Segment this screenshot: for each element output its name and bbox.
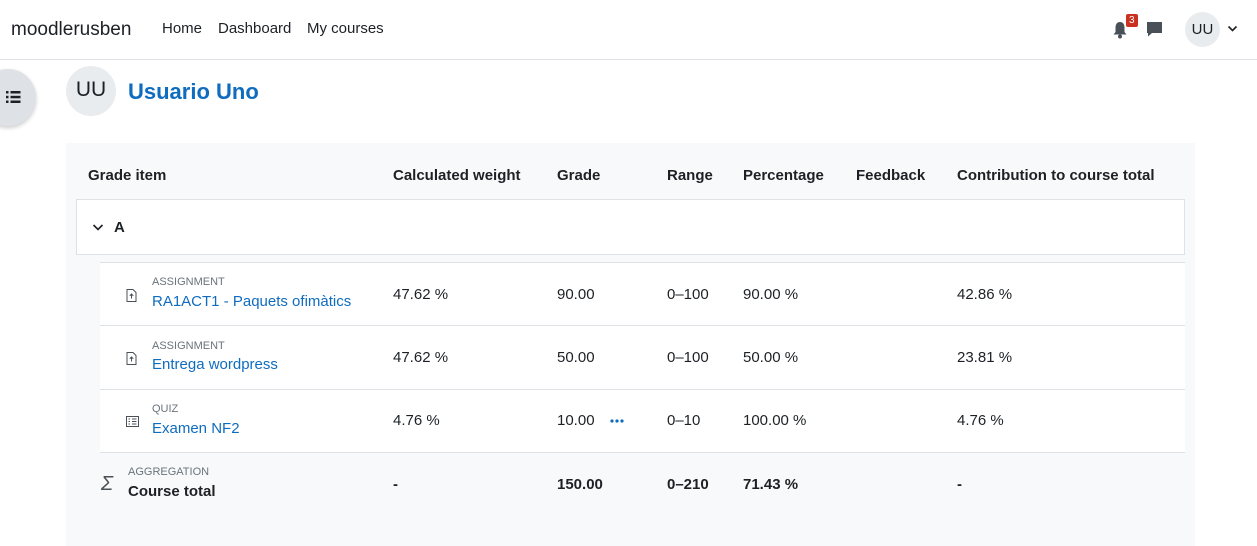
chevron-down-icon[interactable] — [1227, 25, 1238, 33]
item-link[interactable]: Entrega wordpress — [152, 356, 278, 373]
header-feedback: Feedback — [856, 167, 926, 184]
total-type-label: AGGREGATION — [128, 466, 210, 478]
item-range: 0–100 — [667, 349, 709, 366]
item-weight: 47.62 % — [393, 349, 449, 366]
nav-dashboard[interactable]: Dashboard — [218, 20, 291, 37]
quiz-icon — [126, 416, 139, 427]
course-total-label: Course total — [128, 483, 216, 500]
item-range: 0–100 — [667, 286, 709, 303]
table-row — [100, 389, 1185, 453]
header-grade: Grade — [557, 167, 601, 184]
category-name: A — [114, 219, 125, 236]
user-menu-avatar[interactable]: UU — [1185, 12, 1220, 47]
item-contribution: 4.76 % — [957, 412, 1004, 429]
item-range: 0–10 — [667, 412, 701, 429]
top-navbar: moodlerusben Home Dashboard My courses 3… — [0, 0, 1257, 60]
nav-home[interactable]: Home — [162, 20, 202, 37]
user-name-link[interactable]: Usuario Uno — [128, 79, 259, 105]
item-percentage: 100.00 % — [743, 412, 807, 429]
item-contribution: 42.86 % — [957, 286, 1013, 303]
item-contribution: 23.81 % — [957, 349, 1013, 366]
course-index-toggle-button[interactable] — [0, 69, 36, 126]
notification-count-badge: 3 — [1126, 14, 1138, 27]
category-row — [76, 199, 1185, 255]
total-divider — [100, 452, 1185, 453]
assignment-icon — [126, 352, 137, 365]
list-icon — [6, 91, 21, 103]
item-percentage: 50.00 % — [743, 349, 799, 366]
item-link[interactable]: Examen NF2 — [152, 420, 240, 437]
assignment-icon — [126, 289, 137, 302]
item-weight: 47.62 % — [393, 286, 449, 303]
item-type-label: QUIZ — [152, 403, 179, 415]
messages-icon[interactable] — [1146, 21, 1163, 38]
site-name[interactable]: moodlerusben — [11, 19, 131, 41]
total-range: 0–210 — [667, 476, 709, 493]
header-contribution: Contribution to course total — [957, 167, 1155, 184]
total-weight: - — [393, 476, 398, 493]
header-range: Range — [667, 167, 713, 184]
header-percentage: Percentage — [743, 167, 824, 184]
header-grade-item: Grade item — [88, 167, 167, 184]
item-type-label: ASSIGNMENT — [152, 340, 225, 352]
item-weight: 4.76 % — [393, 412, 440, 429]
item-percentage: 90.00 % — [743, 286, 799, 303]
item-grade: 10.00 — [557, 412, 595, 429]
nav-my-courses[interactable]: My courses — [307, 20, 384, 37]
item-type-label: ASSIGNMENT — [152, 276, 225, 288]
total-percentage: 71.43 % — [743, 476, 799, 493]
total-contribution: - — [957, 476, 962, 493]
item-link[interactable]: RA1ACT1 - Paquets ofimàtics — [152, 293, 351, 310]
more-actions-icon[interactable] — [610, 419, 624, 423]
sigma-icon: Σ — [101, 473, 113, 495]
user-avatar: UU — [66, 66, 116, 116]
collapse-chevron-icon[interactable] — [92, 223, 104, 232]
item-grade: 90.00 — [557, 286, 595, 303]
header-calculated-weight: Calculated weight — [393, 167, 521, 184]
item-grade: 50.00 — [557, 349, 595, 366]
total-grade: 150.00 — [557, 476, 603, 493]
